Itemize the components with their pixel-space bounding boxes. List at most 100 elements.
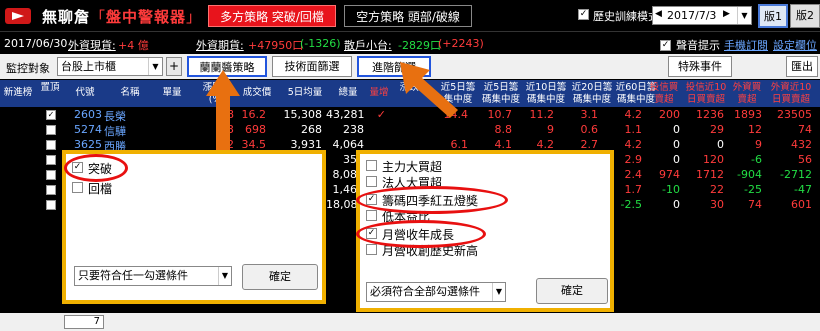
monitor-select-value: 台股上市櫃	[61, 60, 116, 73]
bottom-status-bar: 7	[0, 313, 820, 331]
column-settings-link[interactable]: 設定欄位	[773, 37, 817, 53]
volume-up-mark: ✓	[376, 108, 386, 121]
trust-net: 0	[673, 123, 680, 136]
match-mode-select[interactable]: 必須符合全部勾選條件 ▼	[366, 282, 506, 302]
col-conc20[interactable]: 近20日籌碼集中度	[570, 80, 614, 107]
foreign-spot-label: 外資現貨:	[68, 39, 116, 52]
pullback-checkbox[interactable]	[72, 182, 83, 193]
match-mode-value: 必須符合全部勾選條件	[370, 285, 480, 298]
total-volume: 43,281	[326, 108, 365, 121]
trust-net10: 0	[717, 138, 724, 151]
col-conc10[interactable]: 近10日籌碼集中度	[524, 80, 568, 107]
export-button[interactable]: 匯出	[786, 56, 818, 77]
col-avg5[interactable]: 5日均量	[282, 80, 328, 107]
version-1-button[interactable]: 版1	[758, 4, 788, 28]
sound-checkbox[interactable]: ✓	[660, 40, 671, 51]
app-title: 無聊詹「盤中警報器」	[42, 6, 202, 27]
confirm-button[interactable]: 確定	[242, 264, 318, 290]
avg5-volume: 15,308	[283, 108, 323, 121]
arrow-up-icon	[206, 70, 240, 154]
institutional-checkbox[interactable]	[366, 176, 377, 187]
quote-right: 」	[186, 8, 203, 26]
col-total-volume[interactable]: 總量	[332, 80, 364, 107]
confirm-button[interactable]: 確定	[536, 278, 608, 304]
trust-net: 0	[673, 153, 680, 166]
col-new[interactable]: 新進榜	[0, 80, 36, 107]
history-mode-checkbox[interactable]: ✓	[578, 9, 589, 20]
pin-checkbox[interactable]: ✓	[46, 110, 56, 120]
version-2-button[interactable]: 版2	[790, 4, 820, 28]
col-code[interactable]: 代號	[70, 80, 100, 107]
advanced-filter-popup: 主力大買超 法人大買超 ✓ 籌碼四季紅五燈獎 低本益比 ✓ 月營收年成長 月營收…	[356, 150, 614, 312]
long-strategy-button[interactable]: 多方策略 突破/回檔	[208, 5, 336, 27]
short-strategy-button[interactable]: 空方策略 頭部/破線	[344, 5, 472, 27]
foreign-net: 9	[755, 138, 762, 151]
foreign-futures-label: 外資期貨:	[196, 39, 244, 52]
trust-net: 0	[673, 138, 680, 151]
col-trust-net[interactable]: 投信買賣超	[646, 80, 682, 107]
foreign-net10: -2712	[780, 168, 812, 181]
add-monitor-button[interactable]: +	[166, 57, 182, 76]
col-pin[interactable]: 置頂	[38, 80, 62, 107]
foreign-net: 1893	[734, 108, 762, 121]
conc60: 4.2	[624, 108, 643, 121]
date-next-icon[interactable]: ▶	[723, 9, 730, 19]
col-conc5[interactable]: 近5日籌碼集中度	[480, 80, 522, 107]
stock-code: 2603	[74, 108, 102, 121]
revenue-high-checkbox[interactable]	[366, 244, 377, 255]
foreign-net10: 23505	[777, 108, 812, 121]
history-date-picker[interactable]: ◀ 2017/7/3 ▶ ▼	[652, 6, 752, 25]
date-prev-icon[interactable]: ◀	[655, 9, 662, 19]
technical-filter-button[interactable]: 技術面篩選	[272, 56, 352, 77]
foreign-net: -25	[744, 183, 762, 196]
col-volume-single[interactable]: 單量	[157, 80, 187, 107]
col-foreign-net[interactable]: 外資買賣超	[730, 80, 764, 107]
stock-code: 5274	[74, 123, 102, 136]
main-force-label: 主力大買超	[382, 160, 443, 174]
col-name[interactable]: 名稱	[110, 80, 150, 107]
conc5: 10.7	[487, 108, 513, 121]
foreign-net10: 432	[791, 138, 812, 151]
conc20: 3.1	[580, 108, 599, 121]
main-force-checkbox[interactable]	[366, 160, 377, 171]
match-mode-select[interactable]: 只要符合任一勾選條件 ▼	[74, 266, 232, 286]
pin-checkbox[interactable]	[46, 125, 56, 135]
col-volume-up[interactable]: 量增	[366, 80, 392, 107]
retail-change: (+2243)	[438, 37, 484, 50]
sound-label: 聲音提示	[676, 39, 720, 52]
pin-checkbox[interactable]	[46, 185, 56, 195]
pin-checkbox[interactable]	[46, 155, 56, 165]
pin-checkbox[interactable]	[46, 200, 56, 210]
price: 16.2	[241, 108, 267, 121]
pin-checkbox[interactable]	[46, 140, 56, 150]
col-price[interactable]: 成交價	[239, 80, 275, 107]
app-title-prefix: 無聊詹	[42, 8, 91, 26]
monitor-select[interactable]: 台股上市櫃 ▼	[57, 57, 163, 76]
foreign-net: -904	[737, 168, 762, 181]
retail-label: 散戶小台:	[344, 39, 392, 52]
highlight-oval	[64, 154, 128, 182]
date-dropdown-icon[interactable]: ▼	[737, 7, 751, 24]
total-volume: 238	[343, 123, 364, 136]
col-foreign-net10[interactable]: 外資近10日買賣超	[766, 80, 816, 107]
highlight-oval	[356, 186, 508, 214]
trust-net10: 22	[710, 183, 724, 196]
foreign-net: 12	[748, 123, 762, 136]
table-row[interactable]: 5274 信驊 3.3 698 268 238 8.8 9 0.6 1.1 0 …	[0, 122, 820, 138]
foreign-net10: 74	[798, 123, 812, 136]
arrow-diagonal-icon	[400, 62, 458, 118]
mobile-subscribe-link[interactable]: 手機訂閱	[724, 37, 768, 53]
top-bar: 無聊詹「盤中警報器」 多方策略 突破/回檔 空方策略 頭部/破線 ✓ 歷史訓練模…	[0, 0, 820, 32]
foreign-net10: 601	[791, 198, 812, 211]
pin-checkbox[interactable]	[46, 170, 56, 180]
low-pe-checkbox[interactable]	[366, 210, 377, 221]
highlight-oval	[356, 220, 486, 248]
special-events-button[interactable]: 特殊事件	[668, 56, 732, 77]
chevron-down-icon: ▼	[148, 58, 162, 75]
conc10: 9	[547, 123, 554, 136]
pullback-label: 回檔	[88, 182, 113, 196]
conc60: 1.1	[624, 123, 643, 136]
fuzzy-strategy-popup: ✓ 突破 回檔 只要符合任一勾選條件 ▼ 確定	[62, 150, 326, 304]
col-trust-net10[interactable]: 投信近10日買賣超	[684, 80, 728, 107]
trust-net: 974	[659, 168, 680, 181]
